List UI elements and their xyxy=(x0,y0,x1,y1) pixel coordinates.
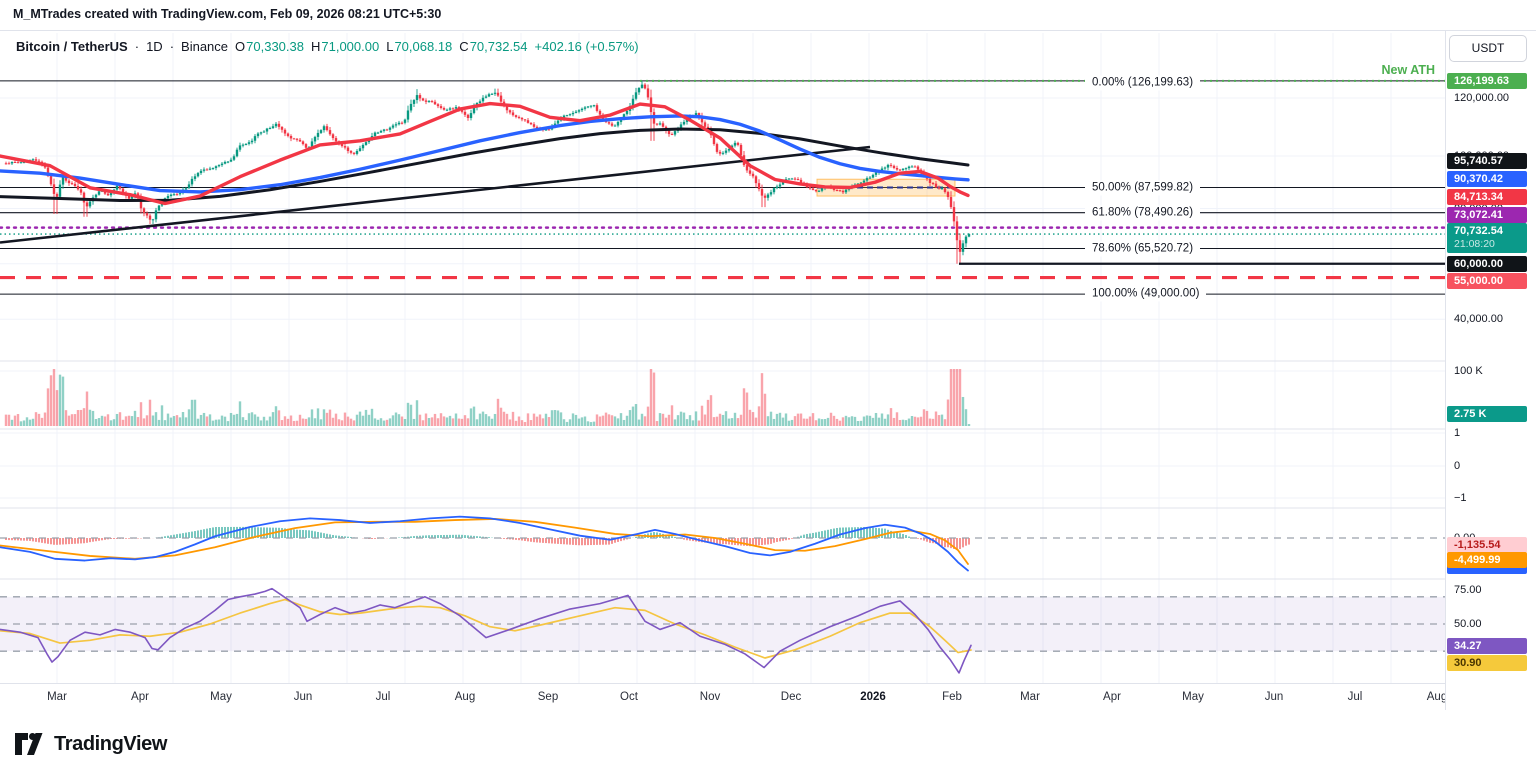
rsi-tick-75: 75.00 xyxy=(1454,584,1482,596)
new-ath-annotation: New ATH xyxy=(1381,63,1435,77)
fib-label-618[interactable]: 61.80% (78,490.26) xyxy=(1085,205,1201,221)
rsi-ma-value-label: 30.90 xyxy=(1447,655,1527,671)
tradingview-logo[interactable]: TradingView xyxy=(14,731,167,757)
chart-svg[interactable] xyxy=(0,31,1445,683)
last-price-label: 70,732.54 21:08:20 xyxy=(1447,223,1527,253)
ma-red-label: 84,713.34 xyxy=(1447,189,1527,205)
interval-label[interactable]: 1D xyxy=(146,39,163,54)
tick-40k: 40,000.00 xyxy=(1454,313,1503,325)
level-60k-label: 60,000.00 xyxy=(1447,256,1527,272)
macd-hist-label: -1,135.54 xyxy=(1447,537,1527,553)
macd-signal-label: -4,499.99 xyxy=(1447,552,1527,568)
time-axis-label: Jul xyxy=(375,691,391,703)
time-axis-label: May xyxy=(1182,691,1204,703)
attribution-bar: M_MTrades created with TradingView.com, … xyxy=(0,0,1536,30)
rsi-value-label: 34.27 xyxy=(1447,638,1527,654)
ohlc-low: L70,068.18 xyxy=(386,39,453,54)
fib-label-0[interactable]: 0.00% (126,199.63) xyxy=(1085,75,1201,91)
bottom-strip: TradingView xyxy=(0,710,1536,775)
time-axis-label: 2026 xyxy=(860,691,886,703)
time-axis-label: Feb xyxy=(942,691,962,703)
ohlc-high: H71,000.00 xyxy=(310,39,380,54)
time-axis-label: Sep xyxy=(537,691,559,703)
tradingview-logo-icon xyxy=(15,733,43,755)
time-axis-label: Jun xyxy=(293,691,313,703)
chart-canvas[interactable]: Bitcoin / TetherUS · 1D · Binance O70,33… xyxy=(0,30,1447,712)
aux-tick-1: 1 xyxy=(1454,427,1461,439)
ma-black-label: 95,740.57 xyxy=(1447,153,1527,169)
level-55k-label: 55,000.00 xyxy=(1447,273,1527,289)
time-axis-label: May xyxy=(210,691,232,703)
fib-label-786[interactable]: 78.60% (65,520.72) xyxy=(1085,241,1201,256)
fib-label-100[interactable]: 100.00% (49,000.00) xyxy=(1085,286,1207,302)
time-axis-label: Mar xyxy=(47,691,67,703)
ohlc-open: O70,330.38 xyxy=(235,39,304,54)
tick-120k: 120,000.00 xyxy=(1454,92,1510,104)
time-axis-label: Jul xyxy=(1347,691,1363,703)
time-axis-label: Apr xyxy=(131,691,149,703)
time-axis-label: Nov xyxy=(699,691,721,703)
tradingview-logo-text: TradingView xyxy=(54,732,168,755)
volume-tick-100k: 100 K xyxy=(1454,365,1483,377)
time-axis[interactable]: Mar Apr May Jun Jul Aug Sep Oct Nov Dec 2026 Feb Mar… xyxy=(0,683,1447,712)
aux-tick-0: 0 xyxy=(1454,460,1461,472)
ath-price-label: 126,199.63 xyxy=(1447,73,1527,89)
time-axis-label: Apr xyxy=(1103,691,1121,703)
ohlc-close: C70,732.54 xyxy=(459,39,528,54)
price-scale[interactable]: USDT 120,000.00 100,000.00 80,000.00 40,… xyxy=(1445,30,1536,711)
volume-current-label: 2.75 K xyxy=(1447,406,1527,422)
aux-tick-m1: −1 xyxy=(1454,492,1467,504)
time-axis-label: Oct xyxy=(620,691,638,703)
symbol-name[interactable]: Bitcoin / TetherUS xyxy=(16,39,128,54)
time-axis-label: Aug xyxy=(454,691,476,703)
fib-label-50[interactable]: 50.00% (87,599.82) xyxy=(1085,180,1201,195)
time-axis-label: Mar xyxy=(1020,691,1040,703)
rsi-tick-50: 50.00 xyxy=(1454,618,1482,630)
time-axis-label: Jun xyxy=(1264,691,1284,703)
exchange-label: Binance xyxy=(181,39,229,54)
separator-dot: · xyxy=(169,39,175,54)
price-change: +402.16 (+0.57%) xyxy=(534,39,639,54)
tradingview-chart-page: { "attribution": "M_MTrades created with… xyxy=(0,0,1536,775)
ma-blue-label: 90,370.42 xyxy=(1447,171,1527,187)
bar-countdown: 21:08:20 xyxy=(1454,238,1495,250)
attribution-text: M_MTrades created with TradingView.com, … xyxy=(13,7,442,21)
purple-level-label: 73,072.41 xyxy=(1447,207,1527,223)
symbol-header: Bitcoin / TetherUS · 1D · Binance O70,33… xyxy=(16,39,639,54)
separator-dot: · xyxy=(134,39,140,54)
time-axis-label: Dec xyxy=(780,691,802,703)
currency-toggle-button[interactable]: USDT xyxy=(1449,35,1527,62)
